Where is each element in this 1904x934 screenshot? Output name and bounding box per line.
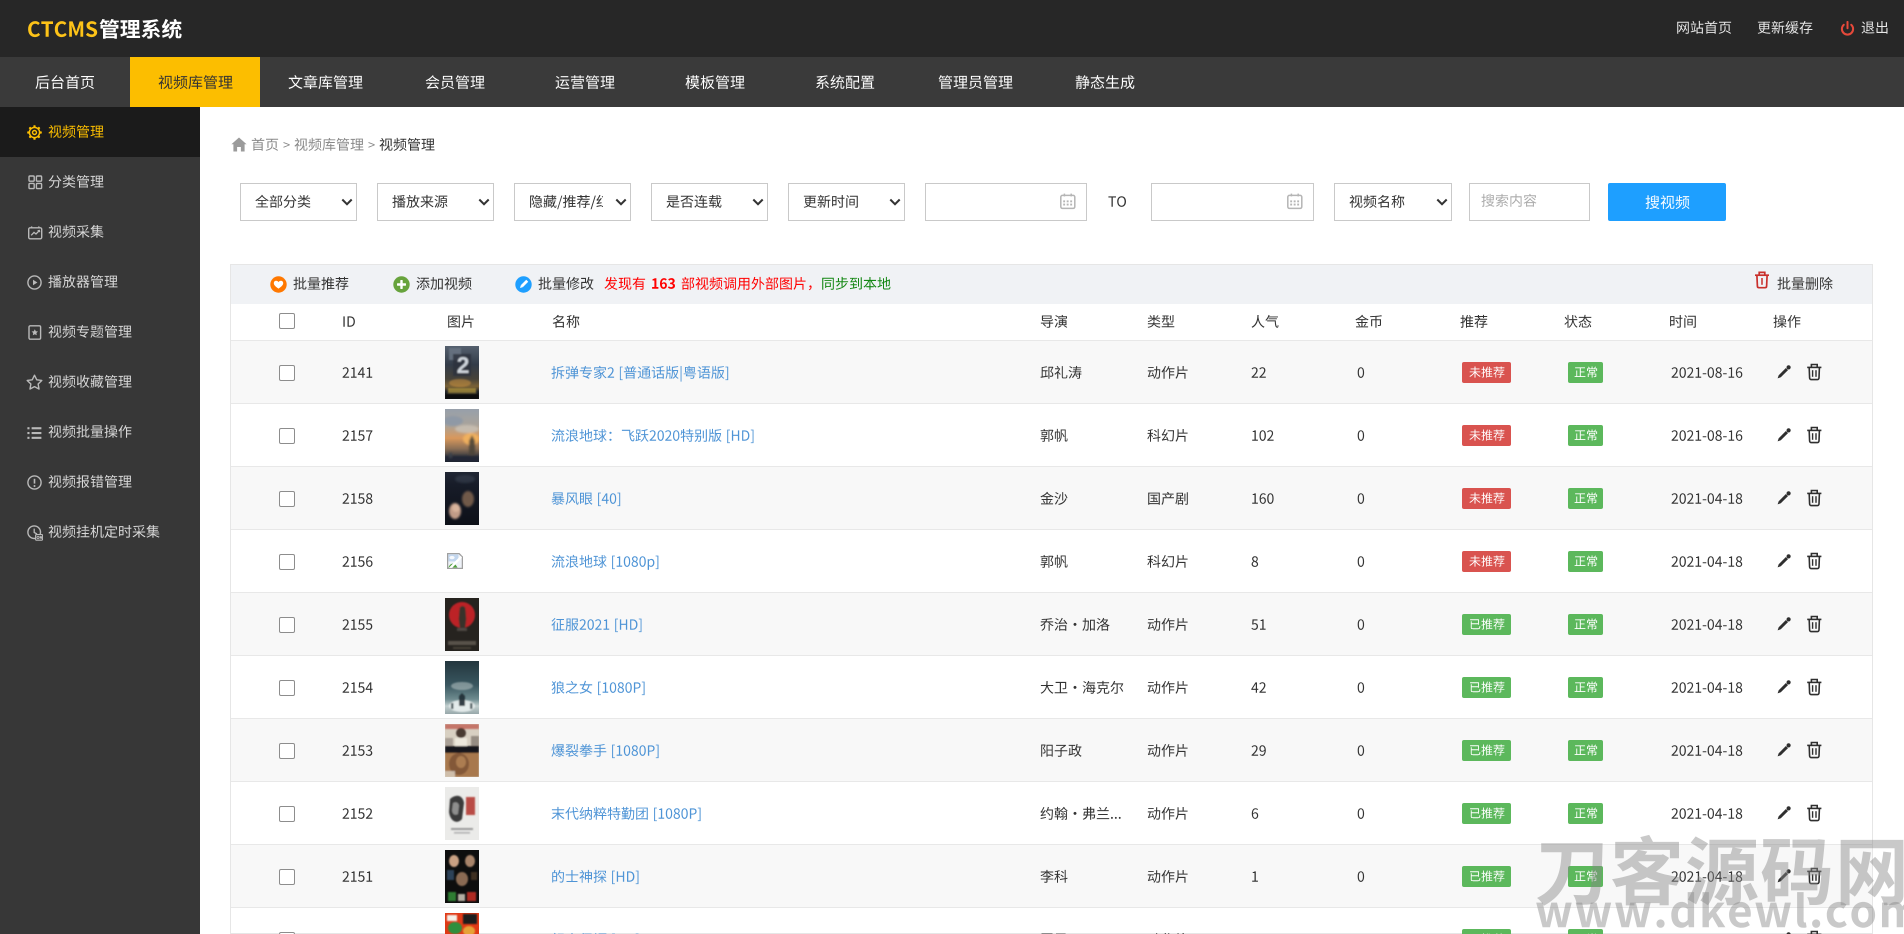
svg-text:2: 2	[457, 352, 470, 378]
